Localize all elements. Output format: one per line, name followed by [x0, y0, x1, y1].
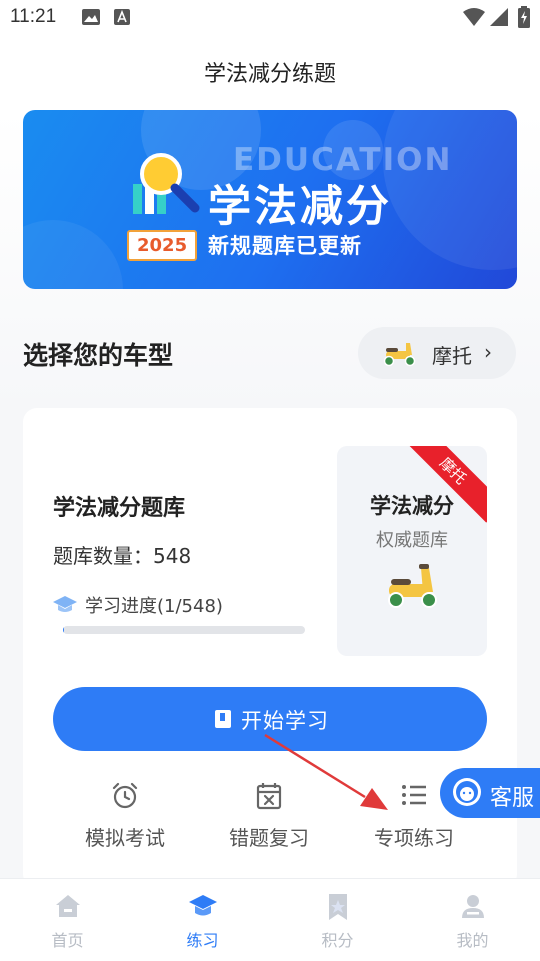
book-icon	[214, 709, 232, 729]
special-practice-label: 专项练习	[349, 822, 479, 851]
banner-subtitle: 新规题库已更新	[208, 230, 362, 260]
tab-label: 积分	[270, 927, 405, 951]
calendar-x-icon	[256, 782, 282, 810]
tab-label: 练习	[135, 927, 270, 951]
mock-exam-button[interactable]: 模拟考试	[60, 778, 190, 858]
wifi-icon	[463, 8, 485, 26]
battery-icon	[518, 6, 530, 28]
bottom-tab-bar: 首页 练习 积分 我的	[0, 878, 540, 961]
promo-tile[interactable]: 摩托 学法减分 权威题库	[337, 446, 487, 656]
bookmark-star-icon	[325, 893, 351, 921]
bank-count: 题库数量：548	[53, 540, 191, 569]
tab-points[interactable]: 积分	[270, 879, 405, 961]
promo-banner[interactable]: EDUCATION 学法减分 2025 新规题库已更新	[23, 110, 517, 289]
image-notification-icon	[82, 9, 100, 25]
banner-decoration	[383, 110, 517, 270]
bank-title: 学法减分题库	[53, 490, 185, 522]
selected-vehicle-label: 摩托	[432, 340, 472, 369]
chevron-right-icon: ›	[484, 340, 492, 364]
banner-decoration	[23, 220, 123, 289]
progress-label: 学习进度(1/548)	[85, 592, 223, 618]
status-time: 11:21	[10, 6, 56, 28]
alarm-clock-icon	[111, 782, 139, 810]
magnifier-chart-icon	[131, 150, 201, 220]
user-icon	[460, 893, 486, 919]
customer-service-button[interactable]: 客服	[440, 768, 540, 818]
tab-label: 首页	[0, 927, 135, 951]
progress-bar	[63, 626, 305, 634]
agent-avatar-icon	[452, 777, 482, 809]
text-notification-icon	[114, 9, 130, 25]
question-bank-card: 学法减分题库 题库数量：548 学习进度(1/548) 摩托 学法减分 权威题库…	[23, 408, 517, 888]
tab-practice[interactable]: 练习	[135, 879, 270, 961]
vehicle-section-title: 选择您的车型	[23, 336, 173, 372]
vehicle-type-selector[interactable]: 摩托 ›	[358, 327, 516, 379]
wrong-review-button[interactable]: 错题复习	[204, 778, 334, 858]
wrong-review-label: 错题复习	[204, 822, 334, 851]
tab-label: 我的	[405, 927, 540, 951]
start-learning-label: 开始学习	[241, 705, 329, 735]
tab-profile[interactable]: 我的	[405, 879, 540, 961]
scooter-icon	[380, 339, 418, 367]
promo-title: 学法减分	[337, 490, 487, 520]
status-bar: 11:21	[0, 0, 540, 36]
home-icon	[55, 893, 81, 919]
graduation-cap-icon	[53, 594, 77, 614]
page-title: 学法减分练题	[0, 56, 540, 88]
customer-service-label: 客服	[490, 780, 534, 812]
start-learning-button[interactable]: 开始学习	[53, 687, 487, 751]
mock-exam-label: 模拟考试	[60, 822, 190, 851]
banner-title: 学法减分	[208, 172, 392, 234]
page-header: 学法减分练题	[0, 36, 540, 110]
signal-icon	[490, 8, 508, 26]
promo-subtitle: 权威题库	[337, 526, 487, 552]
list-icon	[400, 782, 428, 808]
banner-year-badge: 2025	[127, 230, 197, 261]
graduation-cap-icon	[189, 893, 217, 919]
tab-home[interactable]: 首页	[0, 879, 135, 961]
scooter-icon	[383, 564, 441, 610]
